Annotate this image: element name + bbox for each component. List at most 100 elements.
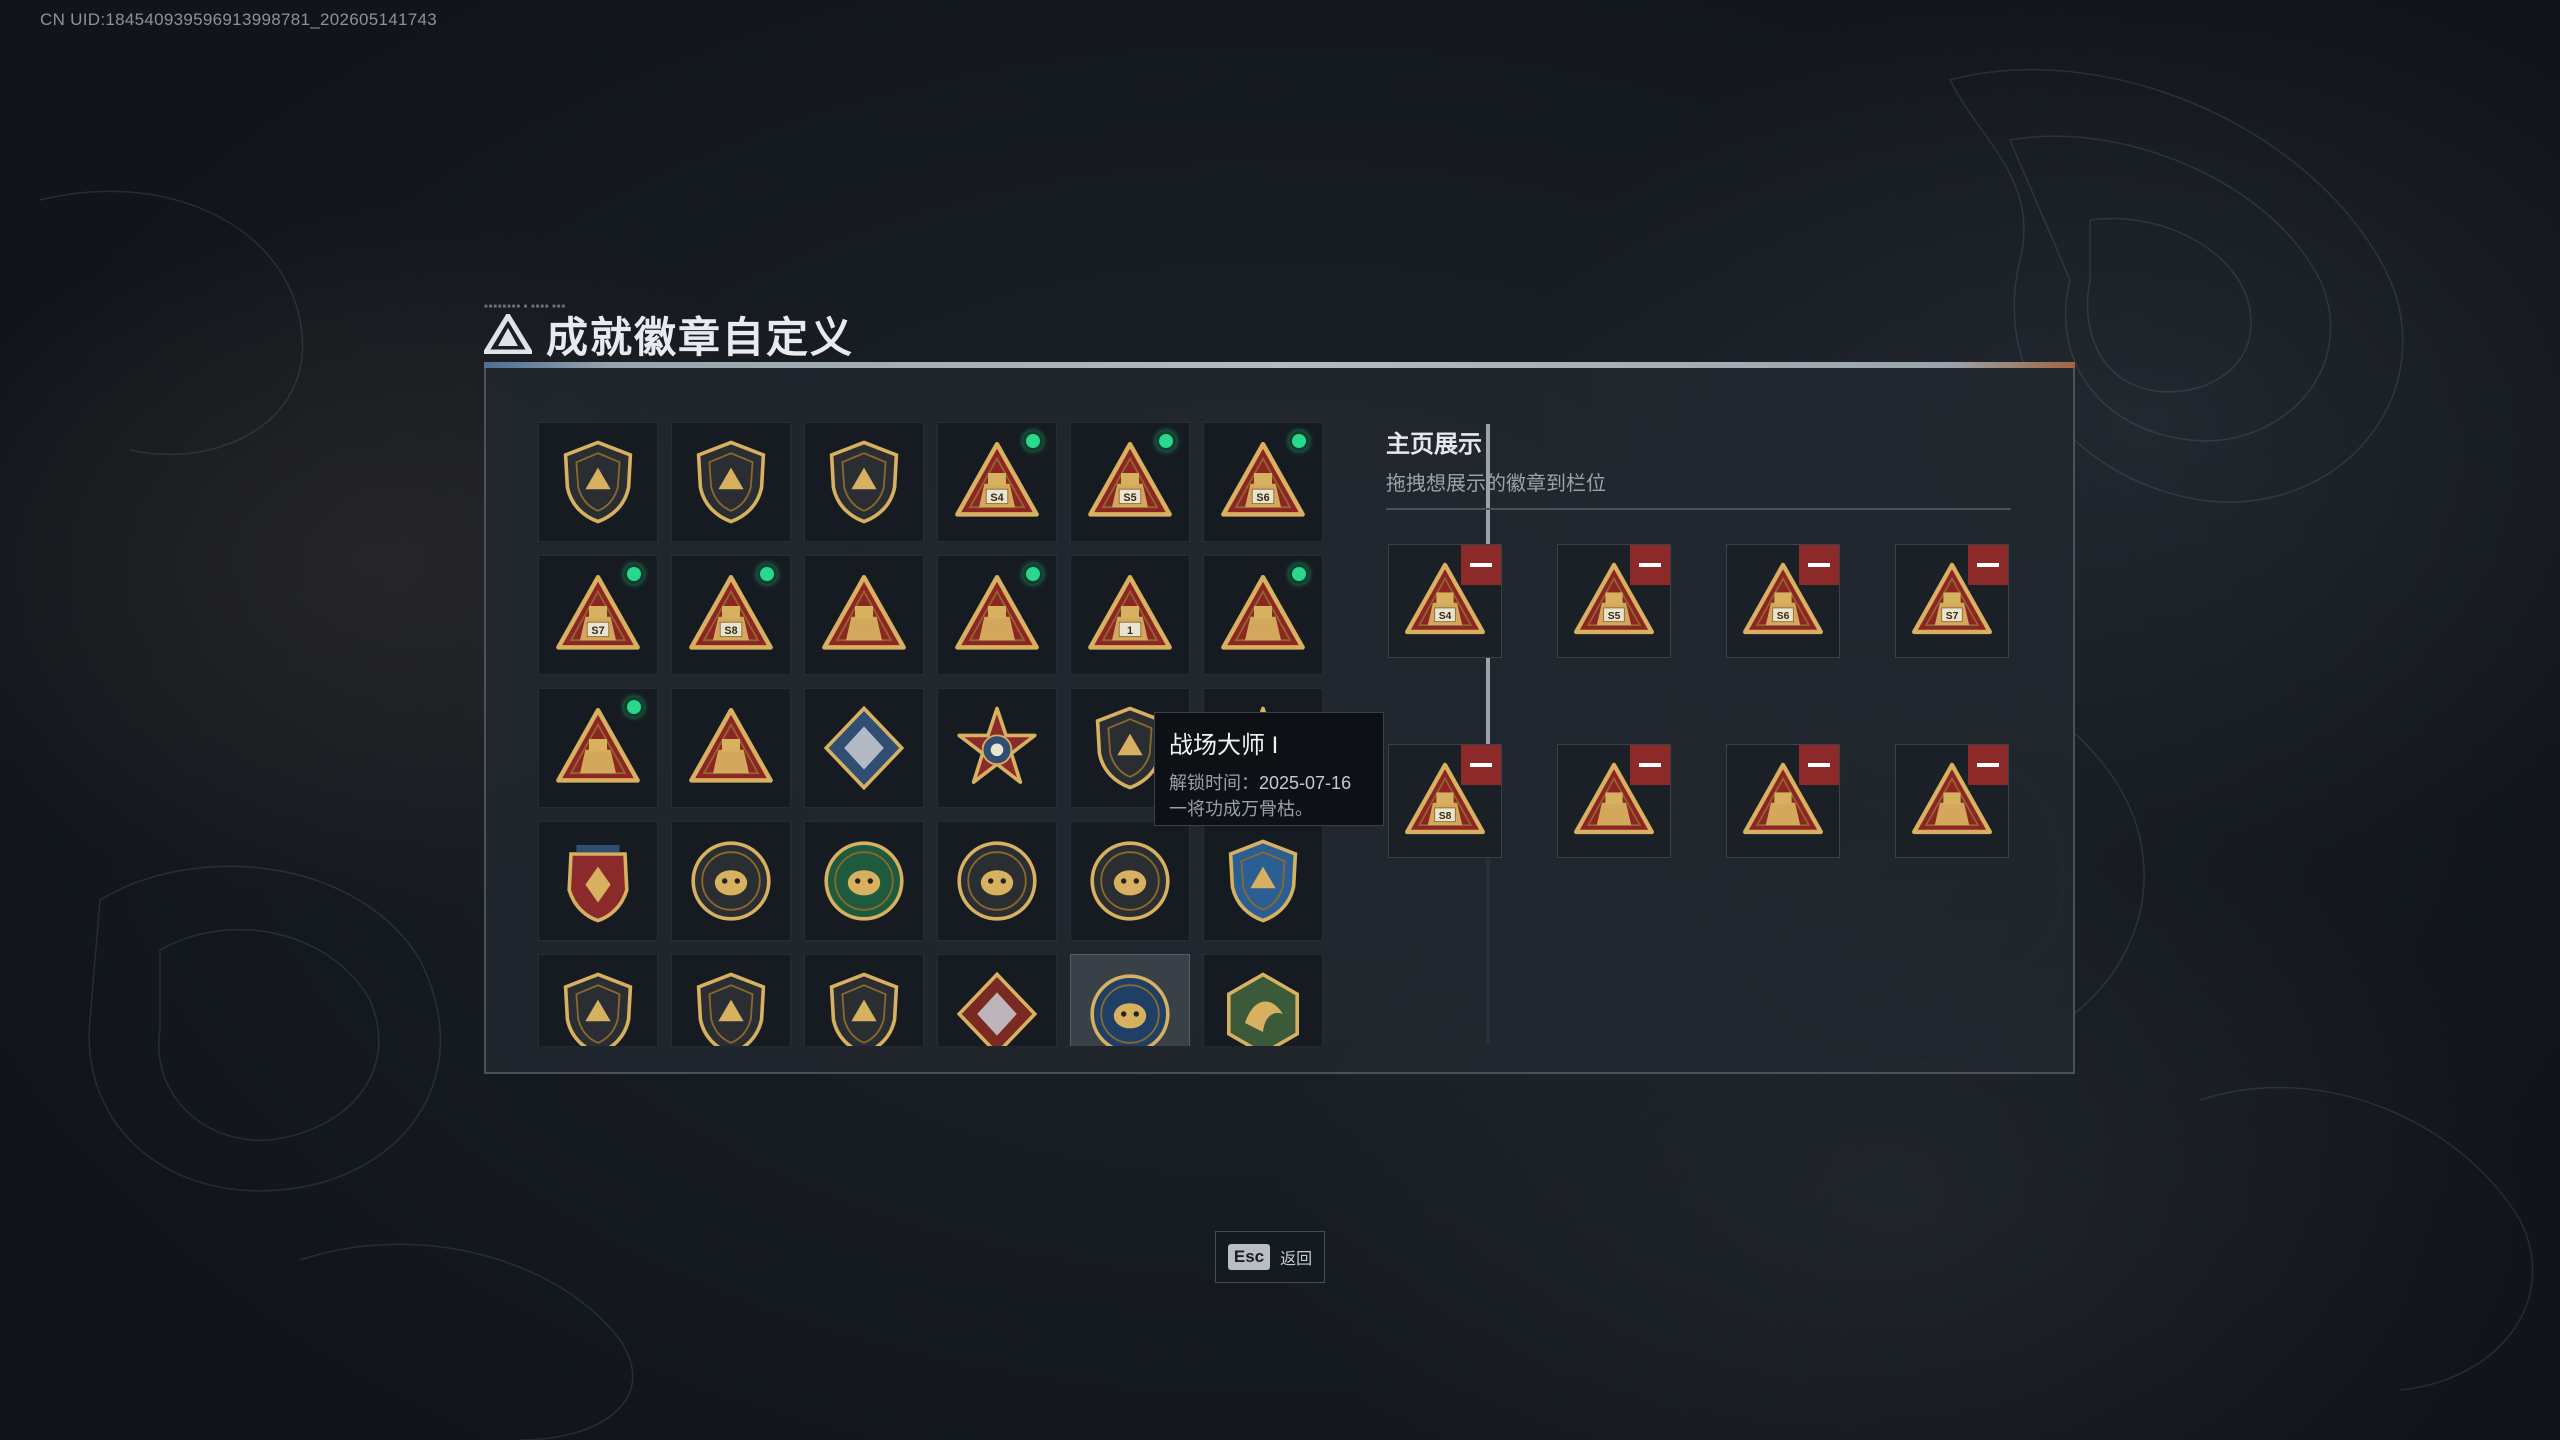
badge-cell[interactable] bbox=[804, 954, 924, 1046]
circle-helmet-icon bbox=[691, 841, 771, 921]
tooltip-unlock-row: 解锁时间：2025-07-16 bbox=[1169, 770, 1369, 796]
badge-cell[interactable] bbox=[804, 422, 924, 542]
badge-cell[interactable]: S4 bbox=[937, 422, 1057, 542]
badge-cell[interactable] bbox=[538, 954, 658, 1046]
new-badge-indicator bbox=[624, 564, 644, 584]
showcase-slot[interactable]: S7 bbox=[1895, 544, 2009, 658]
badge-cell[interactable] bbox=[937, 821, 1057, 941]
showcase-slot[interactable] bbox=[1557, 744, 1671, 858]
triangle-s7-icon: S7 bbox=[556, 574, 640, 650]
badge-cell[interactable]: 1 bbox=[1070, 555, 1190, 675]
triangle-fighters-icon bbox=[556, 707, 640, 783]
remove-badge-button[interactable] bbox=[1461, 545, 1501, 585]
svg-text:S6: S6 bbox=[1777, 611, 1790, 622]
badge-cell[interactable] bbox=[937, 688, 1057, 808]
circle-beast-icon bbox=[1090, 841, 1170, 921]
header-decoration: ■■■■■■■■ ■ ■■■■ ■■■ bbox=[484, 304, 566, 310]
esc-key-hint: Esc bbox=[1227, 1244, 1271, 1270]
badge-tooltip: 战场大师 I 解锁时间：2025-07-16 一将功成万骨枯。 bbox=[1154, 712, 1384, 826]
new-badge-indicator bbox=[757, 564, 777, 584]
badge-cell[interactable] bbox=[1203, 555, 1323, 675]
remove-badge-button[interactable] bbox=[1968, 545, 2008, 585]
star-skull-icon bbox=[957, 706, 1037, 784]
shield-sniper-icon bbox=[696, 972, 766, 1046]
badge-cell[interactable] bbox=[538, 688, 658, 808]
badge-cell[interactable] bbox=[538, 821, 658, 941]
badge-cell[interactable] bbox=[538, 422, 658, 542]
svg-text:1: 1 bbox=[1127, 625, 1133, 637]
triangle-s8-icon: S8 bbox=[689, 574, 773, 650]
shield-helicopter-icon bbox=[696, 440, 766, 524]
circle-eye-icon bbox=[957, 841, 1037, 921]
remove-badge-button[interactable] bbox=[1630, 745, 1670, 785]
badge-cell[interactable] bbox=[1070, 954, 1190, 1046]
hex-dragon-icon bbox=[1227, 972, 1299, 1046]
showcase-title: 主页展示 bbox=[1386, 431, 1482, 458]
showcase-slot[interactable]: S5 bbox=[1557, 544, 1671, 658]
svg-text:S5: S5 bbox=[1608, 611, 1621, 622]
tooltip-badge-name: 战场大师 I bbox=[1169, 732, 1279, 759]
badge-cell[interactable] bbox=[1203, 821, 1323, 941]
tooltip-description: 一将功成万骨枯。 bbox=[1169, 799, 1313, 819]
badge-cell[interactable]: S7 bbox=[538, 555, 658, 675]
triangle-tower-icon bbox=[689, 707, 773, 783]
showcase-slot[interactable] bbox=[1895, 744, 2009, 858]
new-badge-indicator bbox=[1023, 564, 1043, 584]
remove-badge-button[interactable] bbox=[1968, 745, 2008, 785]
badge-cell[interactable] bbox=[937, 954, 1057, 1046]
svg-text:S8: S8 bbox=[724, 625, 737, 637]
svg-text:S6: S6 bbox=[1256, 492, 1269, 504]
triangle-s4-icon: S4 bbox=[955, 441, 1039, 517]
minus-icon bbox=[1808, 763, 1830, 767]
new-badge-indicator bbox=[1289, 431, 1309, 451]
tooltip-unlock-label: 解锁时间： bbox=[1169, 773, 1259, 793]
showcase-slot[interactable]: S4 bbox=[1388, 544, 1502, 658]
back-button[interactable]: Esc 返回 bbox=[1215, 1231, 1325, 1283]
badge-cell[interactable] bbox=[937, 555, 1057, 675]
diamond-wolf-icon bbox=[956, 971, 1038, 1046]
showcase-slot[interactable]: S6 bbox=[1726, 544, 1840, 658]
showcase-header: 主页展示 拖拽想展示的徽章到栏位 bbox=[1386, 424, 2011, 510]
shield-delta-icon bbox=[563, 440, 633, 524]
badge-cell[interactable]: S6 bbox=[1203, 422, 1323, 542]
triangle-s6-icon: S6 bbox=[1221, 441, 1305, 517]
svg-text:S5: S5 bbox=[1123, 492, 1136, 504]
remove-badge-button[interactable] bbox=[1799, 745, 1839, 785]
showcase-slot[interactable]: S8 bbox=[1388, 744, 1502, 858]
badge-cell[interactable] bbox=[1070, 821, 1190, 941]
badge-cell[interactable]: S8 bbox=[671, 555, 791, 675]
new-badge-indicator bbox=[1023, 431, 1043, 451]
badge-cell[interactable] bbox=[671, 688, 791, 808]
remove-badge-button[interactable] bbox=[1630, 545, 1670, 585]
badge-cell[interactable] bbox=[804, 688, 924, 808]
remove-badge-button[interactable] bbox=[1461, 745, 1501, 785]
circle-skull-green-icon bbox=[824, 841, 904, 921]
badge-cell[interactable] bbox=[671, 954, 791, 1046]
shield-rifle-blue-icon bbox=[1228, 839, 1298, 923]
delta-logo-icon bbox=[484, 314, 532, 354]
crest-eagle-icon bbox=[567, 845, 629, 923]
svg-text:S4: S4 bbox=[1439, 611, 1452, 622]
triangle-s5-icon: S5 bbox=[1088, 441, 1172, 517]
shield-cross-gold-icon bbox=[829, 972, 899, 1046]
minus-icon bbox=[1977, 563, 1999, 567]
shield-diamond-icon bbox=[829, 440, 899, 524]
badge-cell[interactable] bbox=[671, 422, 791, 542]
badge-cell[interactable] bbox=[1203, 954, 1323, 1046]
new-badge-indicator bbox=[1156, 431, 1176, 451]
triangle-number-one-icon: 1 bbox=[1088, 574, 1172, 650]
remove-badge-button[interactable] bbox=[1799, 545, 1839, 585]
minus-icon bbox=[1977, 763, 1999, 767]
badge-cell[interactable] bbox=[671, 821, 791, 941]
back-label: 返回 bbox=[1280, 1251, 1313, 1268]
shield-rifle-icon bbox=[563, 972, 633, 1046]
circle-eagle-icon bbox=[1090, 974, 1170, 1046]
triangle-crate-icon bbox=[1221, 574, 1305, 650]
badge-cell[interactable]: S5 bbox=[1070, 422, 1190, 542]
showcase-slot[interactable] bbox=[1726, 744, 1840, 858]
player-uid-text: CN UID:18454093959691399​8781_2026051417… bbox=[40, 10, 438, 29]
svg-text:S7: S7 bbox=[591, 625, 604, 637]
badge-cell[interactable] bbox=[804, 555, 924, 675]
badge-cell[interactable] bbox=[804, 821, 924, 941]
page-title: 成就徽章自定义 bbox=[546, 313, 855, 361]
